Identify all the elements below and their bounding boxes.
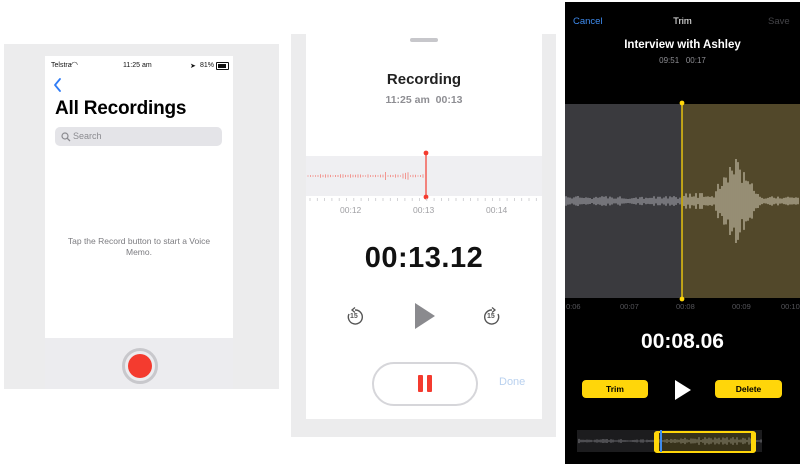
status-battery: 81% — [200, 62, 215, 69]
delete-button[interactable]: Delete — [715, 380, 782, 398]
pause-icon — [418, 375, 423, 392]
skip-back-15-button[interactable]: 15 — [345, 307, 365, 327]
play-icon[interactable] — [413, 302, 437, 330]
recording-duration: 00:13 — [435, 94, 463, 106]
recording-duration: 00:17 — [685, 56, 706, 65]
skip-back-label: 15 — [350, 313, 358, 320]
axis-label: 0:06 — [566, 302, 581, 311]
recording-screenshot-bg: Recording 11:25 am 00:13 00:12 00:13 00:… — [291, 34, 556, 437]
recording-subtitle: 11:25 am 00:13 — [306, 94, 542, 106]
trim-right-handle[interactable] — [751, 433, 756, 451]
play-icon[interactable] — [673, 379, 693, 401]
trim-button[interactable]: Trim — [582, 380, 648, 398]
trim-timer: 00:08.06 — [641, 330, 724, 353]
recording-meta: 09:51 00:17 — [565, 56, 800, 65]
search-placeholder: Search — [73, 131, 102, 141]
trim-playhead[interactable] — [679, 100, 685, 302]
back-chevron-icon[interactable] — [53, 78, 63, 92]
done-button[interactable]: Done — [499, 376, 525, 388]
record-button[interactable] — [122, 348, 158, 384]
tick-label: 00:13 — [413, 205, 435, 215]
skip-forward-15-button[interactable]: 15 — [482, 307, 502, 327]
empty-state-message: Tap the Record button to start a Voice M… — [67, 236, 211, 257]
location-icon: ➤ — [190, 63, 196, 70]
recording-sheet: Recording 11:25 am 00:13 00:12 00:13 00:… — [306, 34, 542, 419]
skip-forward-label: 15 — [487, 313, 495, 320]
status-carrier: Telstra — [51, 62, 72, 69]
recording-name: Interview with Ashley — [624, 39, 741, 51]
all-recordings-screen: Telstra ◠ 11:25 am ➤ 81% All Recordings … — [45, 56, 233, 389]
trim-range-handles[interactable] — [654, 431, 756, 453]
axis-label: 00:07 — [620, 302, 639, 311]
overview-scrubber[interactable] — [577, 430, 762, 453]
save-button[interactable]: Save — [768, 16, 790, 27]
recording-time: 11:25 am — [385, 94, 430, 106]
playhead-marker[interactable] — [423, 150, 429, 202]
battery-icon — [216, 62, 229, 70]
trim-screen: Cancel Trim Save Interview with Ashley 0… — [565, 2, 800, 464]
sheet-grabber[interactable] — [410, 38, 438, 42]
recording-timer: 00:13.12 — [364, 242, 484, 274]
page-title: All Recordings — [55, 98, 187, 119]
wifi-icon: ◠ — [71, 60, 78, 69]
pause-button[interactable] — [372, 362, 478, 406]
overview-playhead[interactable] — [660, 430, 662, 452]
tick-label: 00:14 — [486, 205, 508, 215]
recording-time: 09:51 — [659, 56, 680, 65]
trim-title: Trim — [673, 16, 692, 27]
search-icon — [61, 132, 71, 142]
status-time: 11:25 am — [123, 62, 152, 69]
search-input[interactable]: Search — [55, 127, 222, 146]
axis-label: 00:08 — [676, 302, 695, 311]
pause-icon — [427, 375, 432, 392]
tick-label: 00:12 — [340, 205, 362, 215]
recording-title: Recording — [386, 71, 462, 88]
axis-label: 00:10 — [781, 302, 800, 311]
trim-left-handle[interactable] — [654, 433, 659, 451]
axis-label: 00:09 — [732, 302, 751, 311]
record-icon — [128, 354, 152, 378]
